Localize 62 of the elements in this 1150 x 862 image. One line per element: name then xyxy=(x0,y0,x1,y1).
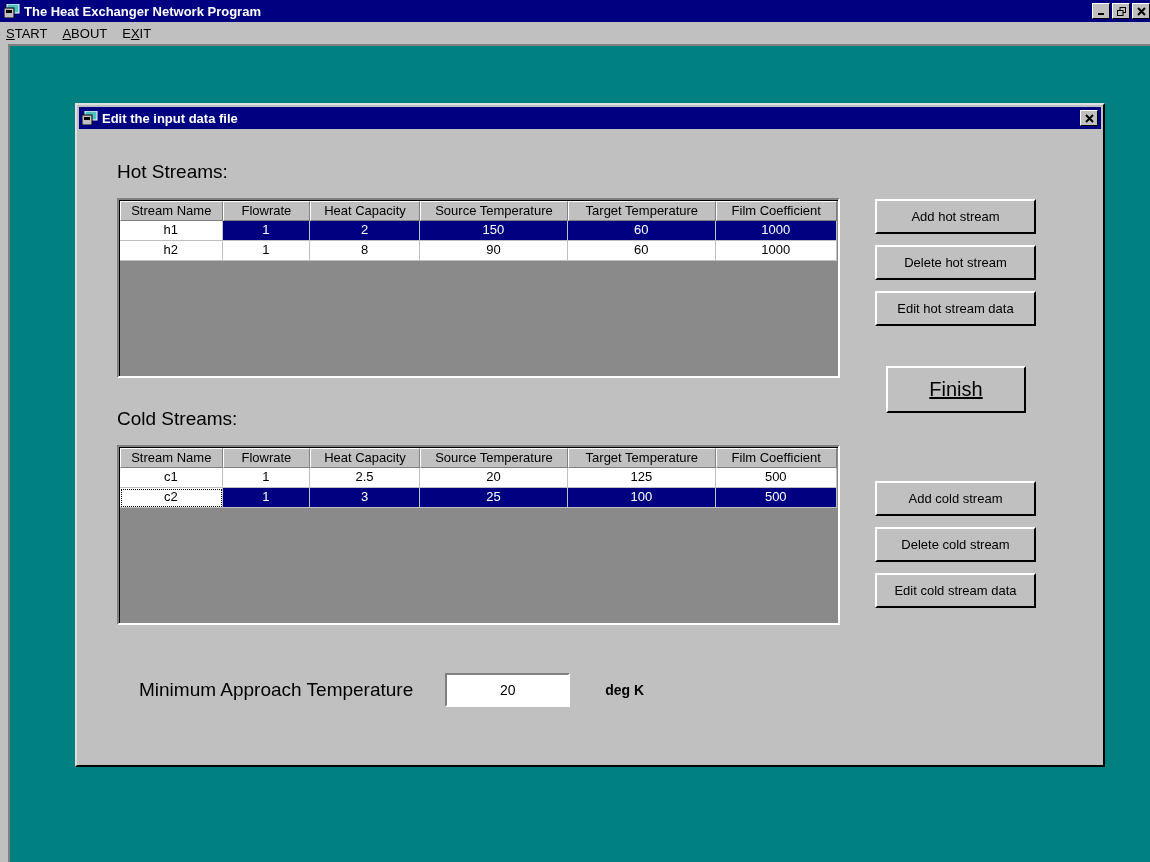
action-button[interactable]: Delete hot stream xyxy=(875,245,1036,280)
column-header[interactable]: Stream Name xyxy=(120,448,223,468)
table-cell[interactable]: 25 xyxy=(419,488,569,508)
dialog-title: Edit the input data file xyxy=(102,110,238,126)
menu-item[interactable]: ABOUT xyxy=(62,25,108,41)
window-title: The Heat Exchanger Network Program xyxy=(24,3,261,19)
action-button[interactable]: Edit cold stream data xyxy=(875,573,1036,608)
unit-label: deg K xyxy=(605,682,645,698)
close-button[interactable] xyxy=(1132,3,1150,19)
table-cell[interactable]: h1 xyxy=(120,221,223,241)
column-header[interactable]: Flowrate xyxy=(222,448,311,468)
column-header[interactable]: Heat Capacity xyxy=(310,448,420,468)
column-header[interactable]: Source Temperature xyxy=(419,448,569,468)
table-cell[interactable]: 60 xyxy=(568,221,716,241)
table-cell[interactable]: c2 xyxy=(120,488,223,508)
input-field[interactable]: 20 xyxy=(445,673,571,707)
table-cell[interactable]: 1 xyxy=(222,241,311,261)
table-cell[interactable]: 3 xyxy=(310,488,420,508)
table-cell[interactable]: 1 xyxy=(222,468,311,488)
table-cell[interactable]: 2 xyxy=(310,221,420,241)
section-label: Cold Streams: xyxy=(117,408,239,430)
column-header[interactable]: Stream Name xyxy=(120,201,223,221)
column-header[interactable]: Film Coefficient xyxy=(715,201,837,221)
column-header[interactable]: Film Coefficient xyxy=(715,448,837,468)
table-cell[interactable]: 1 xyxy=(222,221,311,241)
table-cell[interactable]: 100 xyxy=(568,488,716,508)
table-cell[interactable]: 2.5 xyxy=(310,468,420,488)
table-cell[interactable]: 500 xyxy=(715,468,837,488)
table-cell[interactable]: 60 xyxy=(568,241,716,261)
menu-item[interactable]: START xyxy=(6,25,48,41)
column-header[interactable]: Target Temperature xyxy=(568,201,716,221)
app-icon xyxy=(82,111,98,125)
restore-icon xyxy=(1116,6,1126,16)
table-cell[interactable]: 1000 xyxy=(715,221,837,241)
table-cell[interactable]: 90 xyxy=(419,241,569,261)
table-cell[interactable]: 1 xyxy=(222,488,311,508)
column-header[interactable]: Flowrate xyxy=(222,201,311,221)
action-button[interactable]: Delete cold stream xyxy=(875,527,1036,562)
table-cell[interactable]: 20 xyxy=(419,468,569,488)
column-header[interactable]: Heat Capacity xyxy=(310,201,420,221)
table-cell[interactable]: 500 xyxy=(715,488,837,508)
restore-button[interactable] xyxy=(1112,3,1130,19)
table-cell[interactable]: h2 xyxy=(120,241,223,261)
min-approach-label: Minimum Approach Temperature xyxy=(139,679,414,701)
table-cell[interactable]: 150 xyxy=(419,221,569,241)
menu-item[interactable]: EXIT xyxy=(122,25,152,41)
column-header[interactable]: Target Temperature xyxy=(568,448,716,468)
finish-button[interactable]: Finish xyxy=(886,366,1026,413)
close-icon xyxy=(1136,6,1146,16)
table-cell[interactable]: c1 xyxy=(120,468,223,488)
action-button[interactable]: Edit hot stream data xyxy=(875,291,1036,326)
action-button[interactable]: Add hot stream xyxy=(875,199,1036,234)
minimize-button[interactable] xyxy=(1092,3,1110,19)
table-cell[interactable]: 125 xyxy=(568,468,716,488)
close-button[interactable] xyxy=(1080,110,1098,126)
table-cell[interactable]: 1000 xyxy=(715,241,837,261)
app-icon xyxy=(4,4,20,18)
section-label: Hot Streams: xyxy=(117,161,229,183)
table-cell[interactable]: 8 xyxy=(310,241,420,261)
action-button[interactable]: Add cold stream xyxy=(875,481,1036,516)
column-header[interactable]: Source Temperature xyxy=(419,201,569,221)
close-icon xyxy=(1084,113,1094,123)
